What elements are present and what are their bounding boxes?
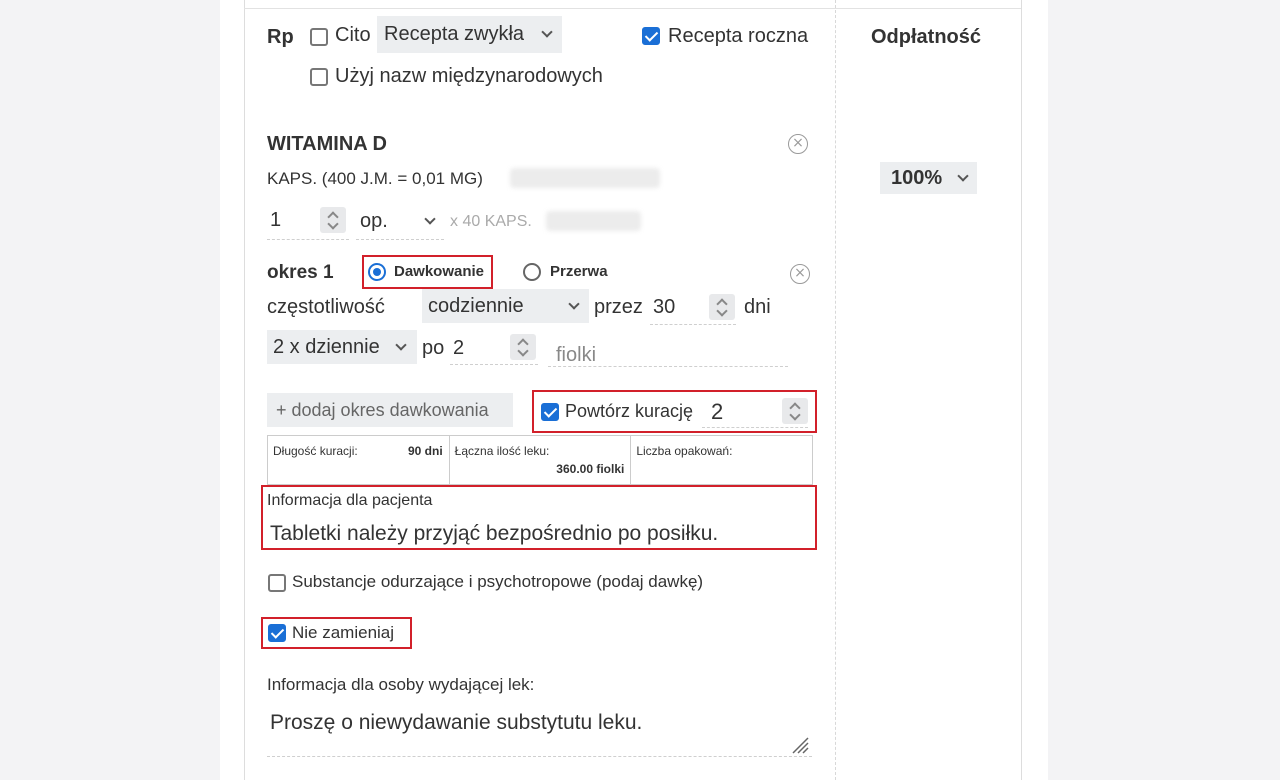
repeat-stepper[interactable] (782, 398, 808, 424)
quantity-value[interactable]: 1 (270, 209, 281, 232)
pharmacist-info-input[interactable]: Proszę o niewydawanie substytutu leku. (270, 711, 642, 735)
frame-border-right (1021, 0, 1022, 780)
add-period-label: + dodaj okres dawkowania (276, 400, 489, 420)
chevron-down-icon (957, 170, 969, 182)
patient-info-input[interactable]: Tabletki należy przyjąć bezpośrednio po … (270, 522, 718, 546)
duration-value: 90 dni (407, 444, 443, 458)
remove-period-icon[interactable]: × (790, 264, 810, 284)
rp-label: Rp (267, 26, 294, 48)
quantity-stepper[interactable] (320, 207, 346, 233)
no-substitute-checkbox[interactable] (268, 624, 286, 642)
payment-select[interactable]: 100% (880, 162, 977, 194)
pharmacist-info-label: Informacja dla osoby wydającej lek: (267, 675, 535, 694)
frame-border-left (244, 0, 245, 780)
times-value: 2 x dziennie (273, 336, 380, 358)
add-period-button[interactable]: + dodaj okres dawkowania (267, 393, 513, 427)
chevron-down-icon (541, 26, 553, 38)
pack-size: x 40 KAPS. (450, 213, 532, 230)
drug-form: KAPS. (400 J.M. = 0,01 MG) (267, 169, 483, 188)
frequency-select[interactable]: codziennie (422, 289, 589, 323)
redacted-code (510, 168, 660, 188)
break-radio[interactable] (523, 263, 541, 281)
dose-input[interactable]: 2 (453, 337, 464, 360)
dose-underline (450, 364, 538, 365)
times-select[interactable]: 2 x dziennie (267, 330, 417, 364)
dose-unit-underline (548, 366, 788, 367)
summary-packs: Liczba opakowań: (631, 436, 812, 484)
period-label: okres 1 (267, 262, 334, 283)
packs-label: Liczba opakowań: (636, 444, 733, 458)
cito-label: Cito (335, 24, 371, 46)
quantity-underline (267, 239, 349, 240)
frame-border-top (244, 8, 1022, 9)
per-label: po (422, 337, 445, 359)
summary-duration: Długość kuracji: 90 dni (268, 436, 450, 484)
annual-recipe-label: Recepta roczna (668, 25, 809, 47)
resize-handle-icon[interactable] (791, 736, 809, 754)
recipe-type-select[interactable]: Recepta zwykła (377, 16, 562, 53)
column-divider (835, 0, 836, 780)
days-stepper[interactable] (709, 294, 735, 320)
repeat-underline (702, 427, 808, 428)
duration-label: Długość kuracji: (273, 444, 358, 458)
days-underline (650, 324, 736, 325)
cito-checkbox[interactable] (310, 28, 328, 46)
no-substitute-label: Nie zamieniaj (292, 623, 395, 642)
repeat-count-input[interactable]: 2 (711, 399, 723, 425)
repeat-checkbox[interactable] (541, 403, 559, 421)
narcotics-label: Substancje odurzające i psychotropowe (p… (292, 572, 704, 591)
chevron-down-icon (395, 339, 407, 351)
days-input[interactable]: 30 (653, 296, 675, 319)
dosing-label: Dawkowanie (394, 263, 485, 280)
break-label: Przerwa (550, 263, 608, 280)
frequency-label: częstotliwość (267, 296, 385, 318)
redacted-pack-code (546, 211, 641, 231)
unit-value[interactable]: op. (360, 210, 388, 233)
repeat-label: Powtórz kurację (565, 401, 694, 421)
drug-name: WITAMINA D (267, 133, 387, 155)
chevron-down-icon (568, 298, 580, 310)
pharmacist-info-underline (267, 756, 812, 757)
dosing-radio[interactable] (368, 263, 386, 281)
recipe-type-value: Recepta zwykła (384, 23, 525, 45)
for-label: przez (594, 296, 643, 318)
patient-info-label: Informacja dla pacjenta (267, 492, 433, 509)
payment-column-header: Odpłatność (871, 26, 982, 48)
summary-total: Łączna ilość leku: 360.00 fiolki (450, 436, 632, 484)
narcotics-checkbox[interactable] (268, 574, 286, 592)
intl-names-label: Użyj nazw międzynarodowych (335, 65, 603, 87)
payment-value: 100% (891, 167, 943, 189)
intl-names-checkbox[interactable] (310, 68, 328, 86)
treatment-summary: Długość kuracji: 90 dni Łączna ilość lek… (267, 435, 813, 485)
dose-unit-input[interactable]: fiolki (556, 344, 596, 367)
frequency-value: codziennie (428, 295, 524, 317)
remove-drug-icon[interactable]: × (788, 134, 808, 154)
unit-underline (356, 239, 444, 240)
total-label: Łączna ilość leku: (454, 444, 550, 458)
days-label: dni (744, 296, 771, 318)
annual-recipe-checkbox[interactable] (642, 27, 660, 45)
total-value: 360.00 fiolki (556, 462, 625, 476)
dose-stepper[interactable] (510, 334, 536, 360)
